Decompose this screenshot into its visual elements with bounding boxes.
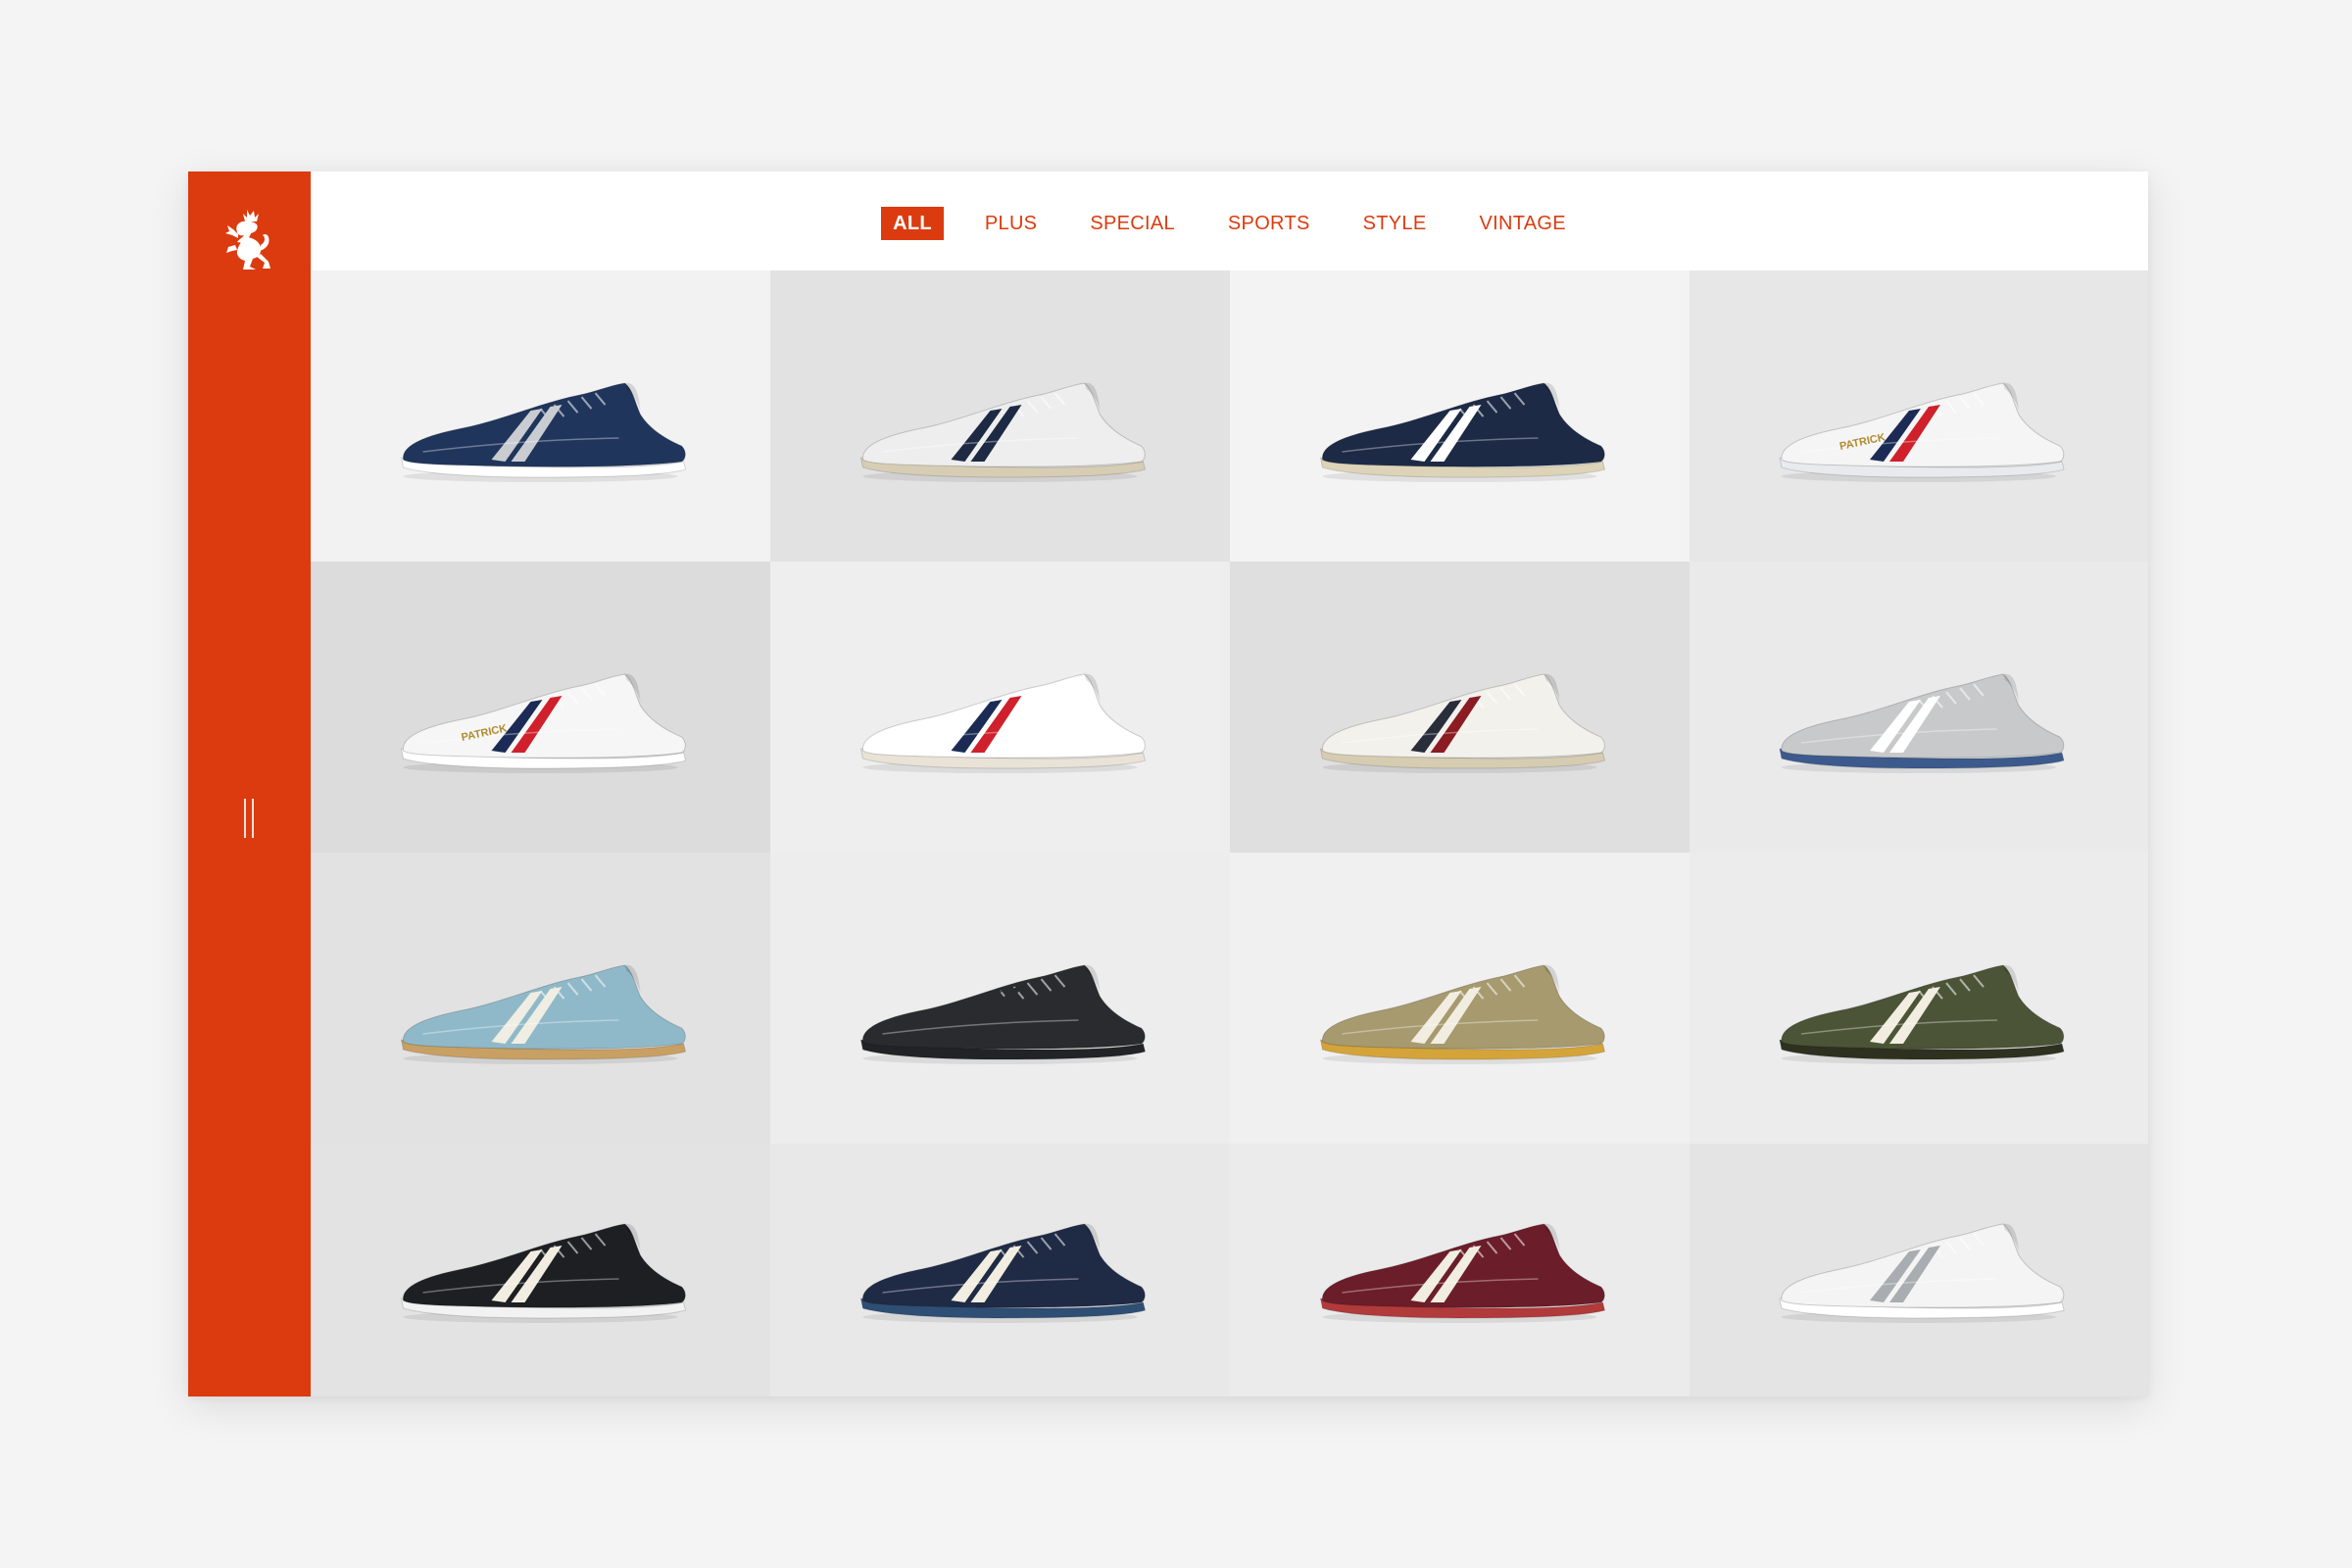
sneaker-image	[400, 1223, 687, 1323]
product-tile[interactable]	[311, 853, 770, 1144]
product-tile[interactable]	[770, 1144, 1230, 1396]
app-window: ALL PLUS SPECIAL SPORTS STYLE VINTAGE PA…	[188, 172, 2148, 1396]
tab-plus[interactable]: PLUS	[973, 207, 1049, 240]
product-grid: PATRICK PATRICK	[311, 270, 2148, 1396]
product-tile[interactable]	[311, 270, 770, 562]
product-tile[interactable]	[1230, 853, 1690, 1144]
sneaker-image: PATRICK	[400, 673, 687, 774]
sneaker-image	[400, 964, 687, 1065]
tab-all[interactable]: ALL	[881, 207, 944, 240]
product-tile[interactable]	[311, 1144, 770, 1396]
category-tabs: ALL PLUS SPECIAL SPORTS STYLE VINTAGE	[311, 207, 2148, 240]
tab-special[interactable]: SPECIAL	[1078, 207, 1187, 240]
menu-toggle-icon[interactable]	[239, 799, 259, 838]
product-tile[interactable]	[770, 562, 1230, 853]
tab-style[interactable]: STYLE	[1351, 207, 1439, 240]
product-tile[interactable]	[1690, 1144, 2148, 1396]
product-tile[interactable]	[1230, 270, 1690, 562]
sneaker-image	[859, 382, 1147, 483]
product-tile[interactable]: PATRICK	[1690, 270, 2148, 562]
sneaker-image	[859, 673, 1147, 774]
sidebar	[188, 172, 311, 1396]
sneaker-image: PATRICK	[1779, 382, 2065, 483]
sneaker-image	[1319, 964, 1606, 1065]
product-tile[interactable]	[770, 270, 1230, 562]
menu-bar-left	[244, 799, 246, 838]
sneaker-image	[400, 382, 687, 483]
menu-bar-right	[252, 799, 254, 838]
product-tile[interactable]	[1690, 853, 2148, 1144]
sneaker-image	[859, 1223, 1147, 1323]
category-nav: ALL PLUS SPECIAL SPORTS STYLE VINTAGE	[311, 172, 2148, 270]
lion-rampant-icon[interactable]	[223, 208, 274, 272]
sneaker-image	[1779, 673, 2065, 774]
product-tile[interactable]	[1230, 562, 1690, 853]
sneaker-image	[1779, 1223, 2065, 1323]
sneaker-image	[1319, 382, 1606, 483]
product-tile[interactable]	[770, 853, 1230, 1144]
product-tile[interactable]	[1690, 562, 2148, 853]
product-tile[interactable]	[1230, 1144, 1690, 1396]
sneaker-image	[859, 964, 1147, 1065]
sneaker-image	[1319, 1223, 1606, 1323]
sneaker-image	[1319, 673, 1606, 774]
product-tile[interactable]: PATRICK	[311, 562, 770, 853]
tab-vintage[interactable]: VINTAGE	[1467, 207, 1577, 240]
sneaker-image	[1779, 964, 2065, 1065]
tab-sports[interactable]: SPORTS	[1216, 207, 1322, 240]
